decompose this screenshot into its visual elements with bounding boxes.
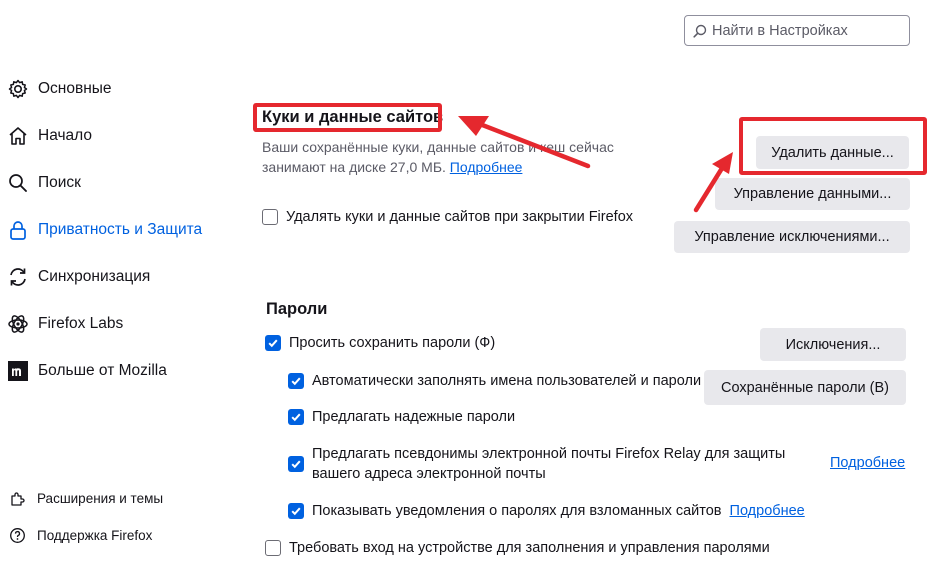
checkmark-icon	[291, 413, 301, 422]
relay-label: Предлагать псевдонимы электронной почты …	[312, 446, 786, 482]
autofill-logins-option[interactable]: Автоматически заполнять имена пользовате…	[288, 371, 701, 391]
sidebar-item-sync[interactable]: Синхронизация	[6, 265, 150, 289]
delete-on-close-checkbox[interactable]	[262, 209, 278, 225]
ask-save-passwords-option[interactable]: Просить сохранить пароли (Ф)	[265, 333, 495, 353]
sidebar-item-support[interactable]: Поддержка Firefox	[8, 526, 152, 544]
relay-checkbox[interactable]	[288, 456, 304, 472]
sidebar-item-home[interactable]: Начало	[6, 124, 92, 148]
breach-learn-more-link[interactable]: Подробнее	[730, 501, 805, 521]
require-device-signin-label: Требовать вход на устройстве для заполне…	[289, 540, 770, 556]
sidebar-item-general[interactable]: Основные	[6, 77, 112, 101]
sidebar-item-label: Основные	[38, 80, 112, 97]
cookies-learn-more-link[interactable]: Подробнее	[450, 159, 523, 175]
saved-passwords-button[interactable]: Сохранённые пароли (В)	[704, 370, 906, 405]
sidebar-item-label: Больше от Mozilla	[38, 362, 167, 379]
sidebar-item-label: Поиск	[38, 174, 81, 191]
sidebar-item-privacy[interactable]: Приватность и Защита	[6, 218, 202, 242]
sidebar-item-search[interactable]: Поиск	[6, 171, 81, 195]
sync-icon	[6, 265, 30, 289]
checkmark-icon	[268, 339, 278, 348]
sidebar-item-label: Поддержка Firefox	[37, 527, 153, 543]
sidebar-item-more-mozilla[interactable]: Больше от Mozilla	[6, 359, 167, 383]
breach-alerts-checkbox[interactable]	[288, 503, 304, 519]
sidebar-item-label: Приватность и Защита	[38, 221, 203, 238]
relay-learn-more-link[interactable]: Подробнее	[830, 455, 905, 471]
cookies-desc-text: Ваши сохранённые куки, данные сайтов и к…	[262, 139, 614, 175]
autofill-logins-checkbox[interactable]	[288, 373, 304, 389]
password-exceptions-button[interactable]: Исключения...	[760, 328, 906, 361]
require-device-signin-checkbox[interactable]	[265, 540, 281, 556]
delete-on-close-label: Удалять куки и данные сайтов при закрыти…	[286, 209, 634, 225]
passwords-heading: Пароли	[266, 300, 328, 318]
annotation-box-clear-data	[739, 117, 927, 175]
autofill-logins-label: Автоматически заполнять имена пользовате…	[312, 373, 702, 389]
manage-data-button[interactable]: Управление данными...	[715, 178, 910, 210]
search-icon	[693, 24, 707, 38]
annotation-box-heading	[253, 103, 442, 132]
suggest-strong-passwords-label: Предлагать надежные пароли	[312, 409, 516, 425]
mozilla-icon	[6, 359, 30, 383]
search-icon	[6, 171, 30, 195]
sidebar-item-label: Расширения и темы	[37, 490, 164, 506]
suggest-strong-passwords-option[interactable]: Предлагать надежные пароли	[288, 407, 515, 427]
home-icon	[6, 124, 30, 148]
cookies-description: Ваши сохранённые куки, данные сайтов и к…	[262, 137, 642, 177]
relay-option[interactable]: Предлагать псевдонимы электронной почты …	[288, 444, 788, 484]
ask-save-passwords-label: Просить сохранить пароли (Ф)	[289, 335, 496, 351]
checkmark-icon	[291, 377, 301, 386]
ask-save-passwords-checkbox[interactable]	[265, 335, 281, 351]
puzzle-icon	[8, 489, 26, 507]
checkmark-icon	[291, 460, 301, 469]
sidebar-item-extensions[interactable]: Расширения и темы	[8, 489, 163, 507]
checkmark-icon	[291, 507, 301, 516]
search-placeholder: Найти в Настройках	[712, 22, 848, 39]
lock-icon	[6, 218, 30, 242]
suggest-strong-passwords-checkbox[interactable]	[288, 409, 304, 425]
help-icon	[8, 526, 26, 544]
breach-alerts-label: Показывать уведомления о паролях для взл…	[312, 503, 722, 519]
delete-on-close-option[interactable]: Удалять куки и данные сайтов при закрыти…	[262, 207, 633, 227]
manage-exceptions-button[interactable]: Управление исключениями...	[674, 221, 910, 253]
sidebar-item-label: Firefox Labs	[38, 315, 124, 332]
breach-alerts-option[interactable]: Показывать уведомления о паролях для взл…	[288, 501, 805, 521]
labs-icon	[6, 312, 30, 336]
settings-search-input[interactable]: Найти в Настройках	[684, 15, 910, 46]
sidebar-item-label: Синхронизация	[38, 268, 151, 285]
sidebar-item-label: Начало	[38, 127, 93, 144]
sidebar-item-firefox-labs[interactable]: Firefox Labs	[6, 312, 123, 336]
require-device-signin-option[interactable]: Требовать вход на устройстве для заполне…	[265, 538, 770, 558]
gear-icon	[6, 77, 30, 101]
